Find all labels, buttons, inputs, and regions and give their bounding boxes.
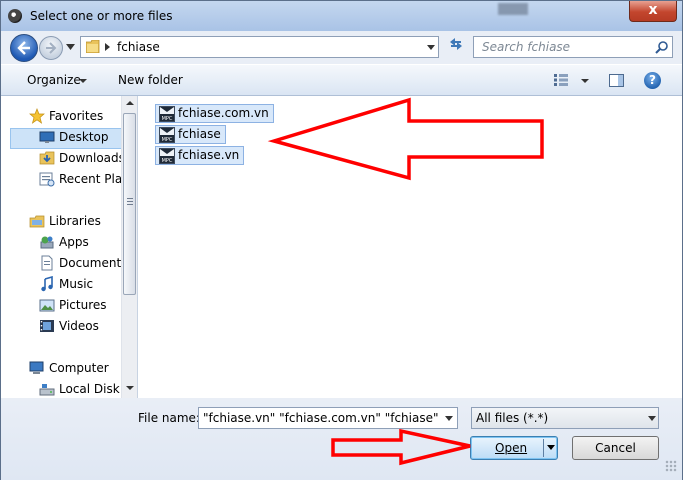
back-button[interactable] <box>10 34 38 62</box>
navigation-scrollbar[interactable] <box>121 96 137 398</box>
file-list[interactable]: MPC fchiase.com.vn MPC fchiase MPC fchia… <box>138 96 682 398</box>
svg-text:MPC: MPC <box>162 116 173 122</box>
computer-icon <box>29 361 44 374</box>
file-name-label: File name: <box>138 411 200 425</box>
nav-label: Music <box>59 277 94 291</box>
mpc-file-icon: MPC <box>159 106 175 122</box>
refresh-button[interactable] <box>443 36 469 58</box>
app-icon <box>8 9 22 23</box>
svg-text:MPC: MPC <box>162 158 173 164</box>
libraries-icon <box>29 215 45 228</box>
file-name-value: "fchiase.vn" "fchiase.com.vn" "fchiase" <box>203 411 439 425</box>
nav-label: Favorites <box>49 109 104 123</box>
nav-label: Pictures <box>59 298 107 312</box>
nav-label: Videos <box>59 319 99 333</box>
file-name-input[interactable]: "fchiase.vn" "fchiase.com.vn" "fchiase" <box>198 407 458 429</box>
cancel-button[interactable]: Cancel <box>572 436 659 460</box>
search-placeholder: Search fchiase <box>482 40 571 54</box>
search-box[interactable]: Search fchiase <box>473 36 673 58</box>
nav-label: Desktop <box>59 130 109 144</box>
forward-button[interactable] <box>39 36 63 60</box>
mpc-file-icon: MPC <box>159 127 175 143</box>
music-icon <box>41 276 53 292</box>
file-type-value: All files (*.*) <box>476 411 549 425</box>
forward-arrow-icon <box>46 42 57 54</box>
breadcrumb-fchiase[interactable]: fchiase <box>117 40 160 54</box>
grip-icon <box>127 198 133 207</box>
file-item[interactable]: MPC fchiase.com.vn <box>155 104 274 123</box>
search-icon[interactable] <box>655 40 669 54</box>
file-name: fchiase.com.vn <box>178 106 269 120</box>
views-dropdown-icon[interactable] <box>581 79 589 83</box>
organize-button[interactable]: Organize <box>27 73 81 87</box>
scroll-up-icon[interactable] <box>126 101 134 105</box>
open-button-label: Open <box>495 441 528 455</box>
window-title: Select one or more files <box>30 9 173 23</box>
local-disk-icon <box>39 384 55 396</box>
file-item[interactable]: MPC fchiase.vn <box>155 146 245 165</box>
navigation-bar: fchiase Search fchiase <box>1 31 682 63</box>
refresh-icon <box>450 38 462 50</box>
file-name-dropdown-icon[interactable] <box>445 416 453 421</box>
nav-label: Recent Plac <box>59 172 129 186</box>
documents-icon <box>41 255 53 271</box>
scroll-down-icon[interactable] <box>126 386 134 390</box>
folder-icon <box>86 40 100 53</box>
new-folder-button[interactable]: New folder <box>118 73 183 87</box>
desktop-icon <box>39 131 55 143</box>
recent-locations-dropdown-icon[interactable] <box>66 44 75 50</box>
recent-places-icon <box>39 172 55 187</box>
close-button[interactable]: x <box>629 1 677 22</box>
downloads-icon <box>39 151 55 165</box>
file-type-select[interactable]: All files (*.*) <box>471 407 659 429</box>
file-name: fchiase <box>178 127 221 141</box>
videos-icon <box>40 320 54 332</box>
nav-label: Libraries <box>49 214 101 228</box>
open-button[interactable]: Open <box>470 436 558 460</box>
views-icon[interactable] <box>554 74 568 86</box>
back-arrow-icon <box>17 41 30 55</box>
address-dropdown-icon[interactable] <box>427 45 435 50</box>
nav-label: Apps <box>59 235 89 249</box>
address-bar[interactable]: fchiase <box>80 36 439 58</box>
apps-icon <box>40 236 54 249</box>
file-type-dropdown-icon[interactable] <box>648 416 656 421</box>
breadcrumb-separator-icon[interactable] <box>105 43 110 51</box>
help-icon[interactable]: ? <box>644 72 661 89</box>
file-item[interactable]: MPC fchiase <box>155 125 226 144</box>
nav-label: Downloads <box>59 151 125 165</box>
nav-label: Computer <box>49 361 109 375</box>
star-icon <box>29 108 45 124</box>
resize-grip-icon[interactable] <box>665 460 677 472</box>
nav-label: Documents <box>59 256 128 270</box>
file-name: fchiase.vn <box>178 148 240 162</box>
command-bar: Organize New folder ? <box>1 64 682 96</box>
nav-label: Local Disk ( <box>59 382 129 396</box>
svg-text:MPC: MPC <box>162 137 173 143</box>
pictures-icon <box>39 299 55 312</box>
title-bar[interactable]: Select one or more files x <box>1 1 682 31</box>
dialog-footer: File name: "fchiase.vn" "fchiase.com.vn"… <box>1 398 682 480</box>
open-file-dialog: Select one or more files x fchiase Searc… <box>0 0 683 480</box>
preview-pane-icon[interactable] <box>609 74 624 87</box>
organize-dropdown-icon[interactable] <box>79 79 87 83</box>
navigation-pane: Favorites Desktop Downloads Recent Plac … <box>1 96 138 398</box>
mpc-file-icon: MPC <box>159 148 175 164</box>
open-button-divider <box>543 439 544 457</box>
blurred-caption-buttons <box>498 3 528 15</box>
scroll-thumb[interactable] <box>123 113 136 295</box>
open-dropdown-icon[interactable] <box>547 445 555 450</box>
